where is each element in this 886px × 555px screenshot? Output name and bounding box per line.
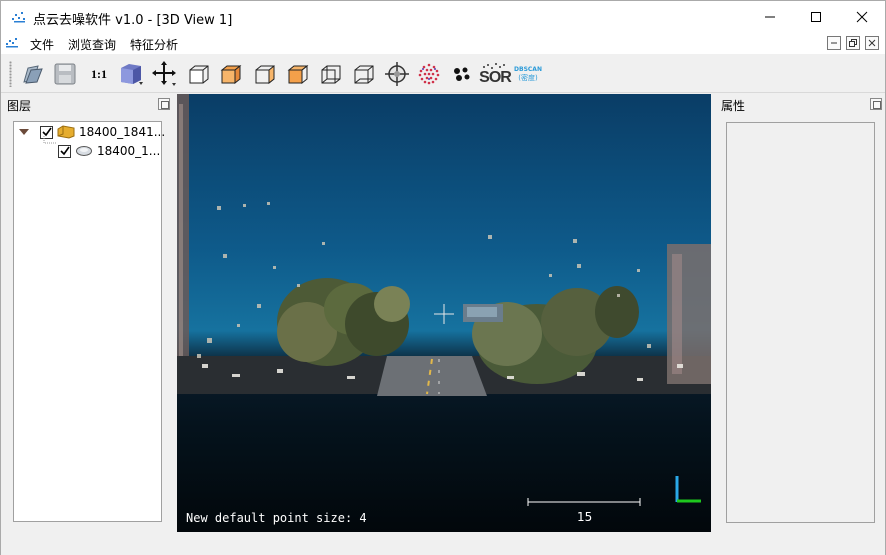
- view-back-button[interactable]: [317, 60, 345, 88]
- move-button[interactable]: [151, 60, 179, 88]
- menu-bar: 文件 浏览查询 特征分析: [1, 33, 885, 54]
- view-front-icon: [189, 65, 209, 84]
- save-icon: [54, 63, 76, 85]
- properties-float-button[interactable]: [870, 98, 882, 110]
- pick-button[interactable]: [383, 60, 411, 88]
- tree-item-folder[interactable]: 18400_1841...: [18, 123, 165, 141]
- zoom-1to1-button[interactable]: 1:1: [85, 60, 113, 88]
- view-bottom-button[interactable]: [350, 60, 378, 88]
- save-button[interactable]: [51, 60, 79, 88]
- window-title: 点云去噪软件 v1.0 - [3D View 1]: [33, 13, 233, 28]
- maximize-button[interactable]: [793, 1, 839, 33]
- layer-checkbox[interactable]: [58, 144, 71, 158]
- properties-panel: 属性: [713, 94, 885, 534]
- title-bar: 点云去噪软件 v1.0 - [3D View 1]: [1, 1, 885, 33]
- layer-label: 18400_1...: [97, 144, 161, 158]
- 3d-view[interactable]: 15 New default point size: 4: [177, 94, 711, 532]
- minimize-button[interactable]: [747, 1, 793, 33]
- close-icon: [856, 11, 868, 23]
- menu-browse-query[interactable]: 浏览查询: [68, 36, 116, 53]
- minimize-icon: [831, 42, 837, 44]
- point-cloud-icon: [76, 146, 92, 156]
- points-button[interactable]: [415, 60, 443, 88]
- close-button[interactable]: [839, 1, 885, 33]
- view-cube-button[interactable]: [117, 60, 145, 88]
- mdi-close-button[interactable]: [865, 36, 879, 50]
- minimize-icon: [765, 16, 775, 18]
- maximize-icon: [811, 12, 821, 22]
- status-bar: [1, 534, 885, 555]
- properties-panel-title: 属性: [721, 99, 746, 113]
- point-cloud-scene[interactable]: [177, 94, 711, 532]
- dbscan-sublabel: (密度): [518, 73, 538, 82]
- tree-item-cloud[interactable]: 18400_1...: [58, 142, 160, 160]
- layers-panel-title: 图层: [7, 99, 32, 113]
- view-back-icon: [321, 65, 341, 84]
- open-icon: [23, 65, 43, 84]
- menu-file[interactable]: 文件: [30, 36, 54, 53]
- toolbar: 1:1 SOR DBSCAN (密度): [1, 55, 885, 93]
- open-button[interactable]: [19, 60, 47, 88]
- menu-feature-analysis[interactable]: 特征分析: [130, 36, 178, 53]
- view-front-button[interactable]: [185, 60, 213, 88]
- view-left-icon: [255, 64, 275, 85]
- view-cube-icon: [121, 64, 143, 85]
- view-left-button[interactable]: [251, 60, 279, 88]
- app-logo-icon: [12, 12, 25, 23]
- view-right-icon: [287, 64, 309, 85]
- points-icon: [418, 63, 440, 85]
- document-icon[interactable]: [5, 37, 19, 49]
- pick-icon: [385, 62, 409, 86]
- view-top-button[interactable]: [217, 60, 245, 88]
- properties-pane: [726, 122, 875, 523]
- view-bottom-icon: [354, 65, 374, 84]
- mdi-minimize-button[interactable]: [827, 36, 841, 50]
- move-icon: [152, 61, 176, 86]
- mdi-restore-button[interactable]: [846, 36, 860, 50]
- view-top-icon: [220, 64, 242, 85]
- clusters-button[interactable]: [448, 60, 476, 88]
- sor-filter-button[interactable]: SOR: [479, 60, 512, 88]
- layers-panel: 图层 18400_1841... 18400_1...: [1, 94, 177, 534]
- toolbar-grip[interactable]: [9, 61, 12, 87]
- clusters-icon: [454, 67, 470, 81]
- close-icon: [868, 39, 876, 47]
- layers-tree: 18400_1841... 18400_1...: [13, 121, 165, 522]
- dbscan-filter-button[interactable]: DBSCAN (密度): [512, 60, 544, 88]
- dbscan-label: DBSCAN: [514, 65, 542, 73]
- layers-float-button[interactable]: [158, 98, 170, 110]
- sor-label: SOR: [479, 69, 512, 86]
- tree-connector: [43, 136, 56, 144]
- folder-icon: [57, 125, 75, 139]
- layer-label: 18400_1841...: [79, 125, 166, 139]
- app-window: 点云去噪软件 v1.0 - [3D View 1] 文件 浏览查询 特征分析 1…: [0, 0, 886, 555]
- view-right-button[interactable]: [284, 60, 312, 88]
- view-status-message: New default point size: 4: [186, 511, 367, 525]
- restore-icon: [849, 39, 857, 47]
- scale-label: 15: [577, 510, 593, 524]
- checkmark-icon: [59, 146, 70, 156]
- expand-arrow-icon[interactable]: [18, 126, 30, 138]
